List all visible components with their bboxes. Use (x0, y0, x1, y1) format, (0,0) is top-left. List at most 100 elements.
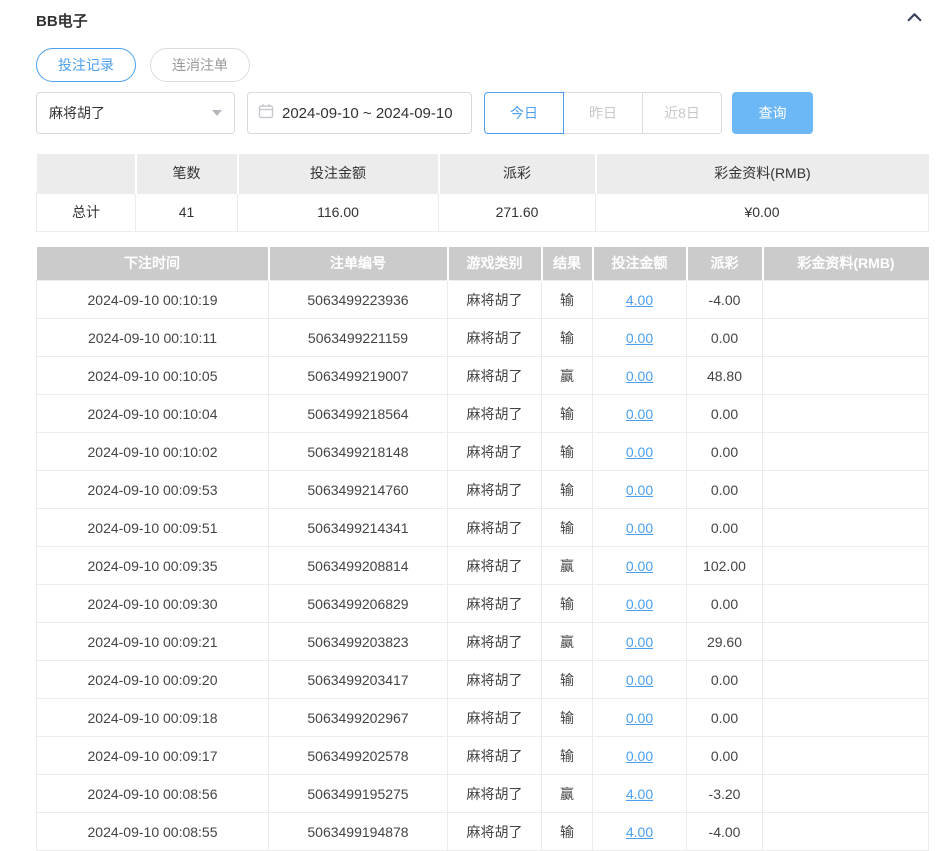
payout-cell: -4.00 (687, 281, 763, 319)
bet-amount-link[interactable]: 0.00 (626, 520, 653, 536)
payout-cell: 48.80 (687, 357, 763, 395)
table-row: 2024-09-10 00:09:215063499203823麻将胡了赢0.0… (37, 623, 929, 661)
bet-time-cell: 2024-09-10 00:10:04 (37, 395, 269, 433)
yesterday-label: 昨日 (589, 103, 617, 123)
header-bet-amount: 投注金额 (593, 247, 687, 281)
bet-time-cell: 2024-09-10 00:10:11 (37, 319, 269, 357)
result-cell: 输 (542, 471, 593, 509)
summary-header-payout: 派彩 (439, 154, 596, 193)
today-label: 今日 (510, 103, 538, 123)
bonus-cell (763, 699, 929, 737)
result-cell: 赢 (542, 357, 593, 395)
search-button[interactable]: 查询 (732, 92, 813, 134)
bonus-cell (763, 319, 929, 357)
bet-amount-cell: 0.00 (593, 547, 687, 585)
bet-amount-link[interactable]: 0.00 (626, 634, 653, 650)
header-bet-time: 下注时间 (37, 247, 269, 281)
chevron-up-icon (906, 9, 923, 31)
tab-bar: 投注记录 连消注单 (36, 48, 929, 82)
summary-total-row: 总计 41 116.00 271.60 ¥0.00 (37, 193, 929, 231)
summary-header-empty (37, 154, 136, 193)
bonus-cell (763, 623, 929, 661)
collapse-button[interactable] (903, 9, 925, 31)
bet-amount-link[interactable]: 0.00 (626, 710, 653, 726)
result-cell: 输 (542, 737, 593, 775)
bonus-cell (763, 775, 929, 813)
bonus-cell (763, 585, 929, 623)
bonus-cell (763, 737, 929, 775)
bet-amount-cell: 0.00 (593, 319, 687, 357)
bet-id-cell: 5063499218148 (269, 433, 448, 471)
tab-cancelled-bets[interactable]: 连消注单 (150, 48, 250, 82)
bet-time-cell: 2024-09-10 00:09:51 (37, 509, 269, 547)
game-type-cell: 麻将胡了 (448, 509, 542, 547)
table-row: 2024-09-10 00:09:535063499214760麻将胡了输0.0… (37, 471, 929, 509)
bet-amount-link[interactable]: 0.00 (626, 748, 653, 764)
bet-amount-link[interactable]: 4.00 (626, 786, 653, 802)
game-select[interactable]: 麻将胡了 (36, 92, 235, 134)
bonus-cell (763, 281, 929, 319)
bet-amount-cell: 0.00 (593, 471, 687, 509)
header-payout: 派彩 (687, 247, 763, 281)
game-type-cell: 麻将胡了 (448, 281, 542, 319)
today-button[interactable]: 今日 (484, 92, 564, 134)
panel-header: BB电子 (36, 8, 929, 32)
total-label: 总计 (37, 193, 136, 231)
bet-amount-link[interactable]: 0.00 (626, 444, 653, 460)
result-cell: 输 (542, 395, 593, 433)
date-range-input[interactable]: 2024-09-10 ~ 2024-09-10 (247, 92, 472, 134)
yesterday-button[interactable]: 昨日 (563, 92, 643, 134)
header-bonus: 彩金资料(RMB) (763, 247, 929, 281)
bet-amount-cell: 0.00 (593, 585, 687, 623)
bet-amount-cell: 0.00 (593, 737, 687, 775)
bet-id-cell: 5063499221159 (269, 319, 448, 357)
table-row: 2024-09-10 00:09:185063499202967麻将胡了输0.0… (37, 699, 929, 737)
table-row: 2024-09-10 00:08:555063499194878麻将胡了输4.0… (37, 813, 929, 851)
bonus-cell (763, 395, 929, 433)
last-8-days-button[interactable]: 近8日 (642, 92, 722, 134)
summary-header-bet-amount: 投注金额 (238, 154, 439, 193)
bet-amount-cell: 0.00 (593, 661, 687, 699)
payout-cell: 0.00 (687, 433, 763, 471)
bet-amount-link[interactable]: 0.00 (626, 558, 653, 574)
table-row: 2024-09-10 00:09:205063499203417麻将胡了输0.0… (37, 661, 929, 699)
table-row: 2024-09-10 00:10:055063499219007麻将胡了赢0.0… (37, 357, 929, 395)
tab-label: 投注记录 (58, 55, 114, 75)
game-type-cell: 麻将胡了 (448, 737, 542, 775)
bet-amount-link[interactable]: 0.00 (626, 368, 653, 384)
bet-id-cell: 5063499208814 (269, 547, 448, 585)
tab-betting-records[interactable]: 投注记录 (36, 48, 136, 82)
table-row: 2024-09-10 00:10:195063499223936麻将胡了输4.0… (37, 281, 929, 319)
table-row: 2024-09-10 00:10:115063499221159麻将胡了输0.0… (37, 319, 929, 357)
bet-amount-link[interactable]: 0.00 (626, 482, 653, 498)
game-type-cell: 麻将胡了 (448, 813, 542, 851)
bonus-cell (763, 813, 929, 851)
bet-amount-link[interactable]: 0.00 (626, 596, 653, 612)
result-cell: 赢 (542, 775, 593, 813)
result-cell: 输 (542, 813, 593, 851)
bet-amount-cell: 0.00 (593, 699, 687, 737)
result-cell: 输 (542, 319, 593, 357)
bonus-cell (763, 357, 929, 395)
bet-amount-cell: 0.00 (593, 395, 687, 433)
header-result: 结果 (542, 247, 593, 281)
bet-amount-link[interactable]: 4.00 (626, 824, 653, 840)
quick-range-group: 今日 昨日 近8日 (484, 92, 722, 134)
chevron-down-icon (212, 110, 222, 116)
table-row: 2024-09-10 00:10:045063499218564麻将胡了输0.0… (37, 395, 929, 433)
bet-amount-link[interactable]: 0.00 (626, 672, 653, 688)
bet-amount-link[interactable]: 4.00 (626, 292, 653, 308)
tab-label: 连消注单 (172, 55, 228, 75)
betting-record-panel: BB电子 投注记录 连消注单 麻将胡了 (0, 0, 941, 851)
page-title: BB电子 (36, 10, 88, 31)
bet-time-cell: 2024-09-10 00:09:35 (37, 547, 269, 585)
result-cell: 输 (542, 433, 593, 471)
table-row: 2024-09-10 00:09:305063499206829麻将胡了输0.0… (37, 585, 929, 623)
bet-amount-link[interactable]: 0.00 (626, 330, 653, 346)
header-bet-id: 注单编号 (269, 247, 448, 281)
total-count: 41 (136, 193, 238, 231)
bet-table-header-row: 下注时间 注单编号 游戏类别 结果 投注金额 派彩 彩金资料(RMB) (37, 247, 929, 281)
bet-time-cell: 2024-09-10 00:09:53 (37, 471, 269, 509)
bet-id-cell: 5063499194878 (269, 813, 448, 851)
bet-amount-link[interactable]: 0.00 (626, 406, 653, 422)
